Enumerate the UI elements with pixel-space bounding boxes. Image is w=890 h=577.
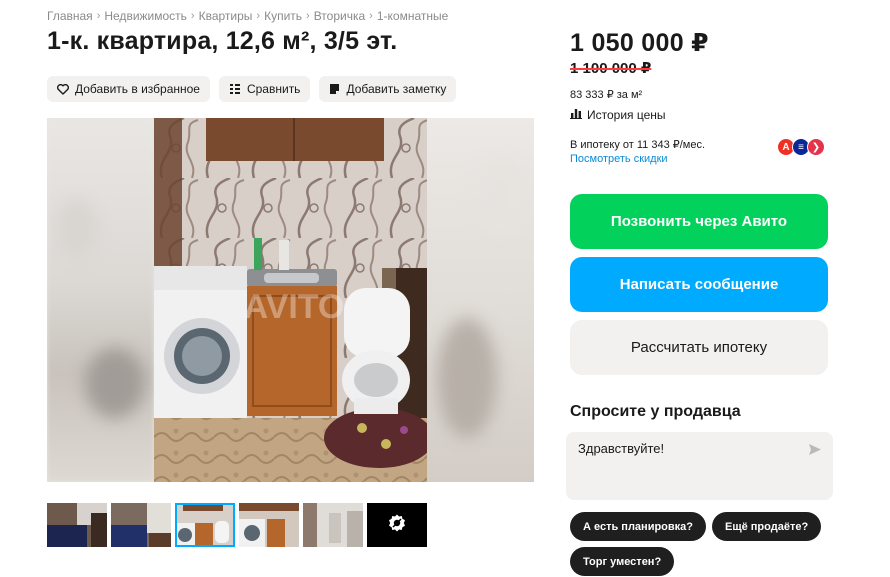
breadcrumb-separator: ›	[190, 10, 195, 22]
thumbnail-3-active[interactable]	[175, 503, 235, 547]
quick-question-layout[interactable]: А есть планировка?	[570, 512, 706, 541]
breadcrumb-home[interactable]: Главная	[47, 9, 93, 23]
write-message-button[interactable]: Написать сообщение	[570, 257, 828, 312]
breadcrumb-separator: ›	[306, 10, 310, 22]
listing-actions: Добавить в избранное Сравнить Добавить з…	[47, 76, 457, 102]
breadcrumb-apartments[interactable]: Квартиры	[199, 9, 253, 23]
breadcrumb: Главная › Недвижимость › Квартиры › Купи…	[47, 9, 448, 23]
thumbnail-image	[47, 503, 107, 547]
quick-question-still-selling[interactable]: Ещё продаёте?	[712, 512, 822, 541]
call-button[interactable]: Позвонить через Авито	[570, 194, 828, 249]
avito-watermark: AVITO	[244, 288, 345, 326]
price-history-link[interactable]: История цены	[570, 107, 666, 122]
add-note-label: Добавить заметку	[346, 82, 447, 96]
photo-thumbnails	[47, 503, 427, 547]
main-photo[interactable]: AVITO	[154, 118, 427, 482]
sovcombank-icon: ❯	[807, 138, 825, 156]
ask-seller-box	[566, 432, 833, 500]
thumbnail-image	[111, 503, 171, 547]
gallery-next-photo[interactable]	[427, 118, 534, 482]
calculate-mortgage-button[interactable]: Рассчитать ипотеку	[570, 320, 828, 375]
message-input[interactable]	[578, 441, 798, 456]
thumbnail-image	[303, 503, 363, 547]
compare-icon	[229, 83, 241, 95]
price-per-square-meter: 83 333 ₽ за м²	[570, 89, 643, 101]
kitchen-photo-image: AVITO	[154, 118, 427, 482]
view-discounts-link[interactable]: Посмотреть скидки	[570, 152, 705, 166]
send-icon[interactable]	[808, 443, 822, 461]
quick-question-bargain[interactable]: Торг уместен?	[570, 547, 675, 576]
add-note-button[interactable]: Добавить заметку	[319, 76, 457, 102]
compare-button[interactable]: Сравнить	[218, 76, 311, 102]
breadcrumb-buy[interactable]: Купить	[264, 9, 302, 23]
breadcrumb-realty[interactable]: Недвижимость	[104, 9, 187, 23]
add-to-favorites-button[interactable]: Добавить в избранное	[47, 76, 210, 102]
thumbnail-4[interactable]	[239, 503, 299, 547]
breadcrumb-separator: ›	[256, 10, 261, 22]
bar-chart-icon	[570, 107, 582, 122]
compare-label: Сравнить	[246, 82, 301, 96]
price-history-label: История цены	[587, 107, 666, 122]
photo-gallery-icon	[387, 513, 407, 538]
breadcrumb-one-room[interactable]: 1-комнатные	[377, 9, 448, 23]
mortgage-monthly-payment: В ипотеку от 11 343 ₽/мес.	[570, 139, 706, 151]
thumbnail-5[interactable]	[303, 503, 363, 547]
old-price: 1 100 000 ₽	[570, 60, 652, 77]
breadcrumb-secondary[interactable]: Вторичка	[314, 9, 365, 23]
add-to-favorites-label: Добавить в избранное	[75, 82, 200, 96]
breadcrumb-separator: ›	[369, 10, 373, 22]
breadcrumb-separator: ›	[96, 10, 101, 22]
partner-banks: А ≡ ❯	[777, 138, 825, 156]
note-icon	[329, 83, 340, 95]
page-title: 1-к. квартира, 12,6 м², 3/5 эт.	[47, 27, 398, 55]
photo-gallery[interactable]: AVITO	[47, 118, 534, 482]
thumbnail-1[interactable]	[47, 503, 107, 547]
current-price: 1 050 000 ₽	[570, 29, 709, 57]
gallery-prev-photo[interactable]	[47, 118, 154, 482]
heart-icon	[57, 83, 69, 95]
quick-questions: А есть планировка? Ещё продаёте? Торг ум…	[570, 512, 832, 576]
mortgage-offer: В ипотеку от 11 343 ₽/мес. Посмотреть ск…	[570, 138, 705, 166]
ask-seller-title: Спросите у продавца	[570, 403, 741, 420]
thumbnail-2[interactable]	[111, 503, 171, 547]
thumbnail-image	[239, 503, 299, 547]
more-photos-thumbnail[interactable]	[367, 503, 427, 547]
thumbnail-image	[175, 503, 235, 547]
